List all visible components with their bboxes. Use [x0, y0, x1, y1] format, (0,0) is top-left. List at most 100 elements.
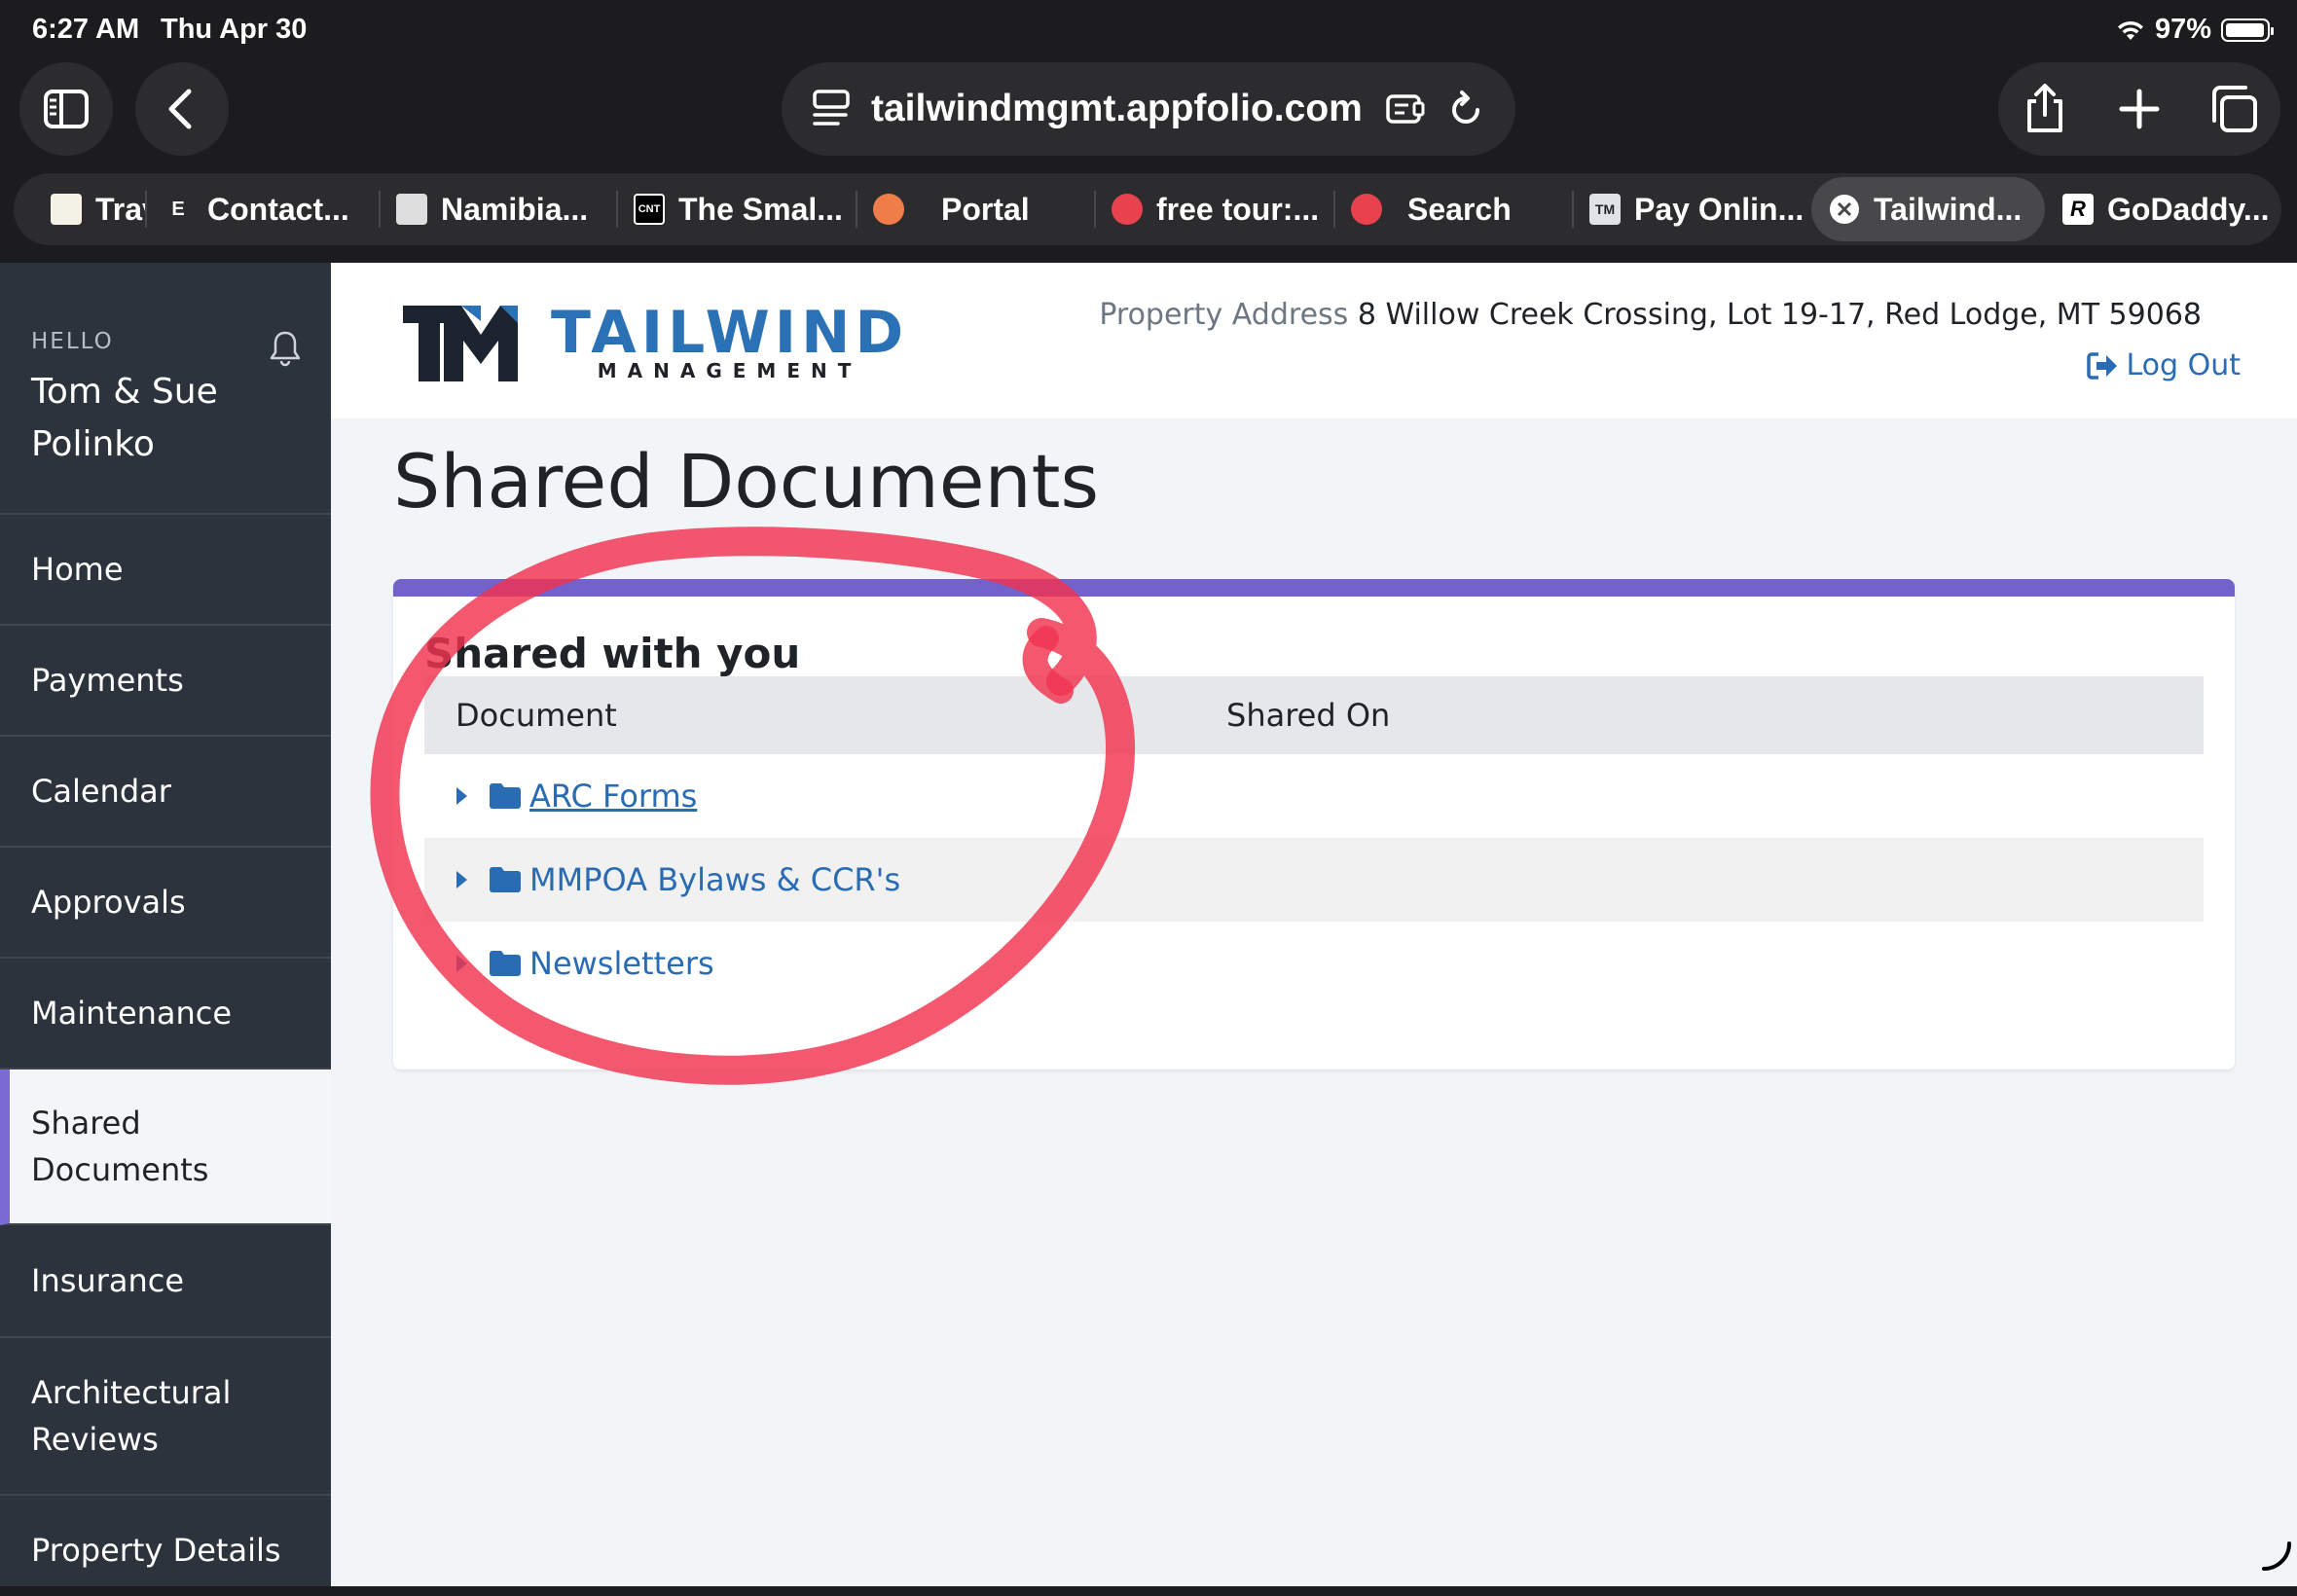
caret-right-icon[interactable]: [454, 869, 469, 890]
battery-level: [2226, 22, 2264, 37]
tab-pay-online[interactable]: TM Pay Onlin...: [1572, 177, 1811, 241]
sidebar-item-property-details[interactable]: Property Details: [0, 1496, 331, 1596]
card-title: Shared with you: [424, 630, 801, 677]
sign-out-icon: [2087, 351, 2118, 380]
folder-row-arc-forms[interactable]: ARC Forms: [424, 754, 2204, 838]
url-text: tailwindmgmt.appfolio.com: [871, 88, 1363, 129]
sidebar-icon: [44, 90, 89, 128]
share-icon[interactable]: [2018, 82, 2072, 136]
sidebar-item-insurance[interactable]: Insurance: [0, 1225, 331, 1338]
folder-row-mmpoa-bylaws[interactable]: MMPOA Bylaws & CCR's: [424, 838, 2204, 922]
sidebar-item-label: Payments: [31, 662, 184, 699]
reader-extension-icon[interactable]: [1385, 89, 1426, 129]
top-header: TAILWIND MANAGEMENT Property Address 8 W…: [331, 263, 2297, 418]
tailwind-logo[interactable]: TAILWIND MANAGEMENT: [401, 302, 908, 383]
tab-tailwind-active[interactable]: Tailwind...: [1811, 177, 2045, 241]
chevron-left-icon: [168, 89, 192, 129]
tab-label: Contact...: [207, 191, 349, 227]
sidebar: HELLO Tom & Sue Polinko Home Payments Ca…: [0, 263, 331, 1586]
logo-word: TAILWIND: [551, 299, 909, 367]
tab-label: Namibia...: [441, 191, 589, 227]
browser-chrome: 6:27 AM Thu Apr 30 97% tailwindmgmt.appf…: [0, 0, 2297, 263]
folder-icon: [490, 867, 521, 892]
tab-the-small[interactable]: CNT The Smal...: [616, 177, 856, 241]
tm-logo-icon: TM: [1589, 194, 1621, 225]
tab-label: Trav: [95, 191, 145, 227]
sidebar-item-calendar[interactable]: Calendar: [0, 737, 331, 848]
sidebar-item-label: Maintenance: [31, 995, 233, 1032]
sidebar-item-shared-documents[interactable]: Shared Documents: [0, 1070, 331, 1225]
shared-documents-card: Shared with you Document Shared On ARC F…: [393, 579, 2235, 1070]
close-icon[interactable]: [1829, 194, 1860, 225]
sidebar-item-label: Shared Documents: [31, 1105, 209, 1188]
sidebar-item-label: Approvals: [31, 884, 186, 921]
sidebar-toggle-button[interactable]: [19, 62, 113, 156]
folder-row-newsletters[interactable]: Newsletters: [424, 922, 2204, 1005]
sidebar-item-payments[interactable]: Payments: [0, 626, 331, 737]
tab-search[interactable]: Search: [1333, 177, 1572, 241]
tab-label: Portal: [941, 191, 1030, 227]
folder-link[interactable]: MMPOA Bylaws & CCR's: [529, 861, 900, 898]
logout-label: Log Out: [2126, 348, 2241, 382]
logout-link[interactable]: Log Out: [2087, 348, 2241, 382]
tab-label: GoDaddy...: [2107, 191, 2270, 227]
column-header-document: Document: [456, 697, 617, 734]
tm-monogram-icon: [403, 306, 518, 381]
tab-free-tour[interactable]: free tour:...: [1094, 177, 1333, 241]
status-indicators: 97%: [2116, 14, 2274, 46]
tab-label: free tour:...: [1156, 191, 1320, 227]
sidebar-item-maintenance[interactable]: Maintenance: [0, 959, 331, 1070]
browser-actions: [1998, 62, 2280, 156]
tab-namibia[interactable]: Namibia...: [379, 177, 616, 241]
sidebar-item-approvals[interactable]: Approvals: [0, 848, 331, 959]
status-time: 6:27 AM: [32, 14, 140, 45]
documents-table: Document Shared On ARC Forms MMPOA Bylaw…: [424, 676, 2204, 1005]
tab-contact[interactable]: E Contact...: [145, 177, 379, 241]
status-date: Thu Apr 30: [161, 14, 308, 45]
namibia-logo-icon: [396, 194, 427, 225]
status-bar: 6:27 AM Thu Apr 30 97%: [0, 0, 2297, 60]
tab-portal[interactable]: Portal: [856, 177, 1094, 241]
letter-e-icon: E: [171, 198, 185, 220]
page-menu-icon: [813, 90, 850, 126]
caret-right-icon[interactable]: [454, 953, 469, 974]
tabs-overview-icon[interactable]: [2206, 82, 2261, 136]
folder-link[interactable]: Newsletters: [529, 945, 714, 982]
reload-icon[interactable]: [1445, 89, 1486, 129]
cnt-logo-icon: CNT: [634, 194, 665, 225]
tab-travel[interactable]: Trav: [33, 177, 145, 241]
sidebar-item-label: Insurance: [31, 1262, 184, 1299]
sidebar-item-label: Calendar: [31, 773, 171, 810]
back-button[interactable]: [135, 62, 229, 156]
user-greeting: HELLO Tom & Sue Polinko: [0, 263, 331, 515]
logo-subword: MANAGEMENT: [597, 359, 862, 382]
bell-icon[interactable]: [268, 329, 303, 368]
godaddy-icon: R: [2062, 194, 2094, 225]
tab-godaddy[interactable]: R GoDaddy...: [2045, 177, 2279, 241]
folder-link[interactable]: ARC Forms: [529, 778, 697, 815]
new-tab-plus-icon[interactable]: [2112, 82, 2167, 136]
property-address-label: Property Address: [1099, 298, 1349, 332]
battery-icon: [2221, 18, 2274, 42]
wifi-icon: [2117, 20, 2143, 40]
tab-label: The Smal...: [678, 191, 843, 227]
folder-icon: [490, 783, 521, 809]
logo-wordmark: TAILWIND MANAGEMENT: [551, 303, 908, 382]
globe-icon: [1351, 194, 1382, 225]
sidebar-item-label: Property Details: [31, 1532, 281, 1569]
sidebar-item-label: Architectural Reviews: [31, 1374, 232, 1458]
table-header: Document Shared On: [424, 676, 2204, 754]
sidebar-item-home[interactable]: Home: [0, 515, 331, 626]
address-bar[interactable]: tailwindmgmt.appfolio.com: [782, 62, 1515, 156]
folder-icon: [490, 951, 521, 976]
tab-label: Tailwind...: [1874, 191, 2023, 227]
user-name: Tom & Sue Polinko: [31, 372, 218, 464]
main-content: TAILWIND MANAGEMENT Property Address 8 W…: [331, 263, 2297, 1586]
globe-icon: [1112, 194, 1143, 225]
resize-corner-icon: [2262, 1542, 2291, 1571]
property-address: Property Address 8 Willow Creek Crossing…: [1099, 298, 2202, 332]
sidebar-item-label: Home: [31, 551, 124, 588]
caret-right-icon[interactable]: [454, 785, 469, 807]
property-address-value: 8 Willow Creek Crossing, Lot 19-17, Red …: [1357, 298, 2202, 332]
sidebar-item-architectural-reviews[interactable]: Architectural Reviews: [0, 1338, 331, 1496]
